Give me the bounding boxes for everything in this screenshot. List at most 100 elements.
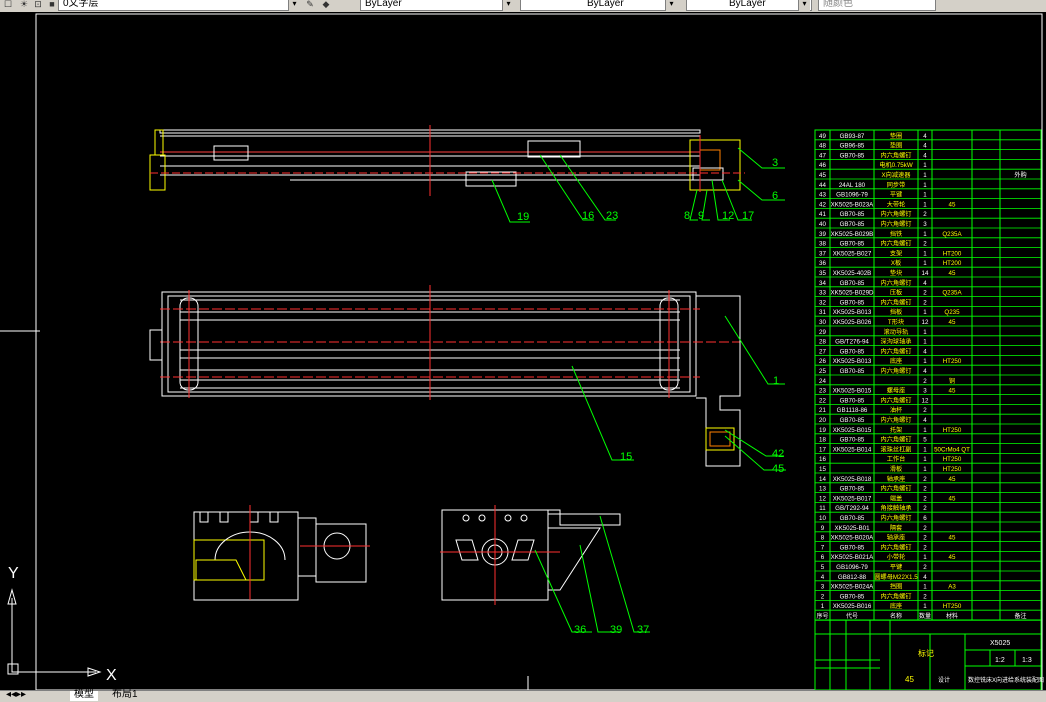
bom-cell-no: 9 bbox=[821, 525, 825, 532]
balloon-15: 15 bbox=[620, 451, 632, 463]
bom-cell-qty: 1 bbox=[923, 309, 927, 316]
bom-cell-mat: 铜 bbox=[949, 377, 955, 385]
tab-layout1[interactable]: 布局1 bbox=[108, 690, 142, 701]
bom-cell-qty: 1 bbox=[923, 554, 927, 561]
plotstyle-select[interactable]: 随颜色 bbox=[818, 0, 936, 11]
bom-cell-no: 25 bbox=[819, 368, 826, 375]
bom-cell-name: 小带轮 bbox=[887, 553, 906, 561]
bom-cell-no: 16 bbox=[819, 456, 826, 463]
balloon-39: 39 bbox=[610, 624, 622, 636]
bom-cell-qty: 1 bbox=[923, 250, 927, 257]
bom-cell-mat: Q235A bbox=[942, 290, 962, 297]
bom-cell-code: GB812-88 bbox=[838, 574, 867, 581]
bom-cell-name: 内六角螺钉 bbox=[881, 416, 912, 424]
layer-freeze-icon[interactable]: ☀ bbox=[18, 0, 30, 11]
bom-cell-name: 滑板 bbox=[890, 465, 902, 473]
balloon-45: 45 bbox=[772, 463, 784, 475]
bom-cell-no: 17 bbox=[819, 446, 826, 453]
bom-cell-code: GB/T292-94 bbox=[835, 505, 869, 512]
layer-select[interactable]: 0文字层 bbox=[58, 0, 294, 11]
title-name: 数控铣床X向进给系统装配图 bbox=[968, 676, 1044, 684]
make-current-icon[interactable]: ✎ bbox=[304, 0, 316, 11]
bom-cell-code: GB70-85 bbox=[840, 515, 865, 522]
bom-cell-qty: 2 bbox=[923, 486, 927, 493]
bom-cell-no: 43 bbox=[819, 192, 826, 199]
bom-cell-name: 同步带 bbox=[887, 181, 906, 189]
bom-cell-name: 内六角螺钉 bbox=[881, 151, 912, 159]
bom-cell-no: 23 bbox=[819, 388, 826, 395]
bom-cell-no: 35 bbox=[819, 270, 826, 277]
bom-cell-no: 34 bbox=[819, 280, 826, 287]
bom-cell-name: 大带轮 bbox=[887, 200, 906, 208]
bom-cell-no: 33 bbox=[819, 290, 826, 297]
bom-cell-code: GB70-85 bbox=[840, 417, 865, 424]
ucs-x-label: X bbox=[106, 667, 117, 684]
bom-cell-code: XK5025-B029B bbox=[831, 231, 874, 238]
bom-cell-code: XK5025-B027 bbox=[833, 250, 872, 257]
bom-cell-code: GB70-85 bbox=[840, 544, 865, 551]
bom-cell-mat: 45 bbox=[949, 495, 956, 502]
bom-cell-no: 13 bbox=[819, 486, 826, 493]
lineweight-select[interactable]: ByLayer bbox=[686, 0, 812, 11]
bom-cell-qty: 1 bbox=[923, 172, 927, 179]
color-select[interactable]: ByLayer bbox=[360, 0, 512, 11]
bom-cell-code: 24AL 180 bbox=[839, 182, 866, 189]
bom-cell-no: 36 bbox=[819, 260, 826, 267]
bom-cell-name: 压板 bbox=[890, 289, 902, 297]
bom-cell-name: 内六角螺钉 bbox=[881, 298, 912, 306]
bom-cell-name: 内六角螺钉 bbox=[881, 592, 912, 600]
linetype-dropdown-arrow[interactable]: ▾ bbox=[665, 0, 677, 11]
bom-cell-name: 内六角螺钉 bbox=[881, 220, 912, 228]
layer-color-icon[interactable]: ■ bbox=[46, 0, 58, 11]
tab-model[interactable]: 模型 bbox=[70, 690, 98, 701]
bom-cell-no: 12 bbox=[819, 495, 826, 502]
color-dropdown-arrow[interactable]: ▾ bbox=[502, 0, 514, 11]
bom-cell-code: XK5025-B020A bbox=[831, 535, 875, 542]
bom-cell-no: 41 bbox=[819, 211, 826, 218]
bom-cell-code: XK5025-B013 bbox=[833, 358, 872, 365]
title-scale: 1:2 bbox=[995, 657, 1005, 664]
drawing-canvas[interactable]: 3 6 8 9 12 17 16 23 19 1 15 42 45 36 39 … bbox=[0, 12, 1046, 691]
layer-state-icon[interactable]: ☐ bbox=[2, 0, 14, 11]
bom-cell-no: 20 bbox=[819, 417, 826, 424]
bom-cell-name: 端盖 bbox=[890, 494, 902, 502]
bom-cell-no: 47 bbox=[819, 152, 826, 159]
linetype-select[interactable]: ByLayer bbox=[520, 0, 676, 11]
bom-cell-code: XK5025-B018 bbox=[833, 476, 872, 483]
plan-view bbox=[149, 285, 741, 467]
bom-cell-name: 内六角螺钉 bbox=[881, 240, 912, 248]
bom-cell-qty: 4 bbox=[923, 143, 927, 150]
bom-cell-code: GB1118-86 bbox=[837, 407, 868, 414]
bom-cell-code: XK5025-B026 bbox=[833, 319, 872, 326]
bom-cell-name: 垫圈 bbox=[890, 132, 902, 140]
bom-cell-mat: 45 bbox=[949, 476, 956, 483]
bom-cell-code: GB70-85 bbox=[840, 221, 865, 228]
bom-cell-qty: 1 bbox=[923, 446, 927, 453]
bom-cell-code: GB70-85 bbox=[840, 280, 865, 287]
bom-header-code: 代号 bbox=[846, 612, 858, 620]
bom-cell-qty: 1 bbox=[923, 231, 927, 238]
bom-cell-name: T形块 bbox=[888, 318, 904, 326]
bom-cell-qty: 4 bbox=[923, 280, 927, 287]
layer-dropdown-arrow[interactable]: ▾ bbox=[288, 0, 300, 11]
bom-cell-no: 42 bbox=[819, 201, 826, 208]
balloon-3: 3 bbox=[772, 157, 778, 169]
bom-cell-no: 48 bbox=[819, 143, 826, 150]
bom-cell-mat: HT250 bbox=[943, 456, 962, 463]
layer-lock-icon[interactable]: ⊡ bbox=[32, 0, 44, 11]
bom-cell-mat: HT250 bbox=[943, 427, 962, 434]
bom-cell-no: 4 bbox=[821, 574, 825, 581]
bom-cell-mat: HT250 bbox=[943, 358, 962, 365]
bom-cell-no: 37 bbox=[819, 250, 826, 257]
bom-cell-code: GB70-85 bbox=[840, 211, 865, 218]
title-block: X5025 45 1:3 1:2 数控铣床X向进给系统装配图 标记 设计 bbox=[814, 619, 1044, 691]
bom-cell-name: 平键 bbox=[890, 563, 902, 571]
bom-cell-qty: 4 bbox=[923, 152, 927, 159]
lineweight-dropdown-arrow[interactable]: ▾ bbox=[798, 0, 810, 11]
bom-cell-no: 1 bbox=[821, 603, 825, 610]
bom-cell-qty: 1 bbox=[923, 358, 927, 365]
tab-nav-arrows[interactable]: ◂◂▸▸ bbox=[2, 690, 30, 701]
layer-previous-icon[interactable]: ◆ bbox=[320, 0, 332, 11]
bom-cell-no: 31 bbox=[819, 309, 826, 316]
bom-cell-qty: 4 bbox=[923, 368, 927, 375]
